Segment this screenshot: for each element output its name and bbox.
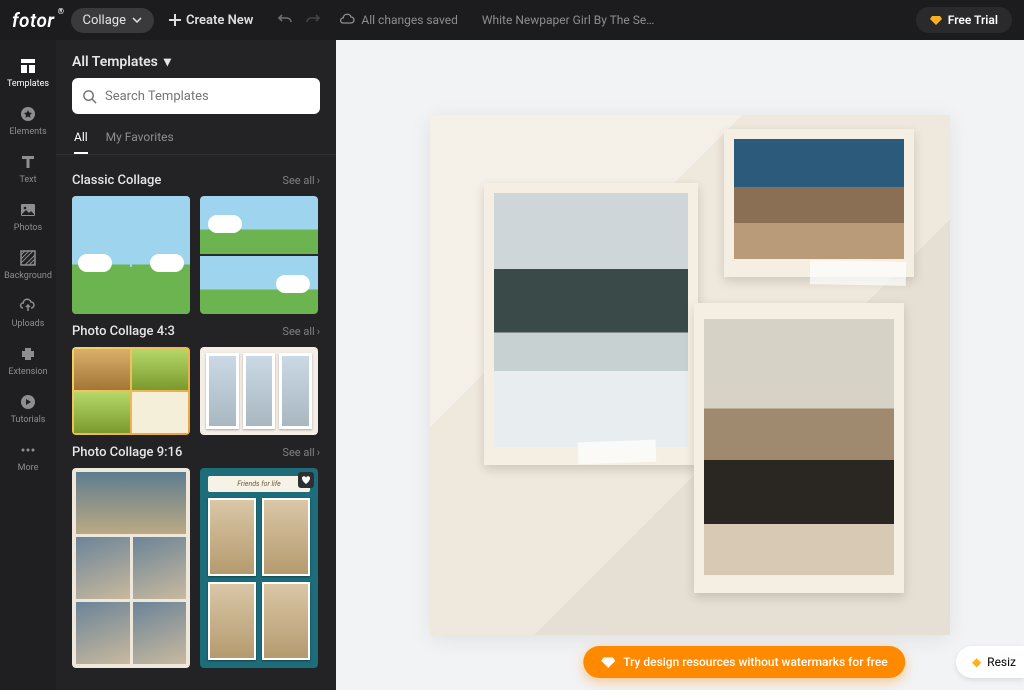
create-new-button[interactable]: Create New xyxy=(168,13,253,28)
thumb-caption: Friends for life xyxy=(208,476,310,492)
tab-favorites[interactable]: My Favorites xyxy=(106,124,174,154)
more-icon xyxy=(18,440,38,460)
chevron-right-icon: › xyxy=(317,325,320,338)
group-title-classic: Classic Collage xyxy=(72,173,161,188)
app-header: fotor Collage Create New All changes sav… xyxy=(0,0,1024,40)
plus-icon xyxy=(168,13,182,27)
heart-icon xyxy=(301,475,311,485)
template-thumb[interactable] xyxy=(200,347,318,435)
template-thumb[interactable] xyxy=(72,468,190,668)
rail-photos[interactable]: Photos xyxy=(0,192,56,240)
see-all-43[interactable]: See all› xyxy=(282,325,320,338)
background-icon xyxy=(18,248,38,268)
tape-decoration xyxy=(578,440,657,465)
extension-icon xyxy=(18,344,38,364)
create-label: Create New xyxy=(186,13,253,28)
group-title-43: Photo Collage 4:3 xyxy=(72,324,175,339)
group-title-916: Photo Collage 9:16 xyxy=(72,445,182,460)
templates-icon xyxy=(18,56,38,76)
collage-frame[interactable] xyxy=(724,129,914,277)
rail-uploads[interactable]: Uploads xyxy=(0,288,56,336)
resize-button[interactable]: ◆ Resiz xyxy=(956,646,1024,678)
left-rail: Templates Elements Text Photos Backgroun… xyxy=(0,40,56,690)
search-icon xyxy=(82,89,97,104)
uploads-icon xyxy=(18,296,38,316)
tape-decoration xyxy=(810,260,906,286)
see-all-916[interactable]: See all› xyxy=(282,446,320,459)
diamond-icon: ◆ xyxy=(972,655,981,669)
artboard[interactable] xyxy=(430,115,950,635)
chevron-right-icon: › xyxy=(317,446,320,459)
free-trial-button[interactable]: Free Trial xyxy=(916,7,1012,33)
search-input[interactable] xyxy=(105,89,310,104)
redo-button[interactable] xyxy=(303,10,323,30)
templates-panel: All Templates ▾ All My Favorites Classic… xyxy=(56,40,336,690)
rail-elements[interactable]: Elements xyxy=(0,96,56,144)
templates-category-dropdown[interactable]: All Templates ▾ xyxy=(56,40,336,78)
rail-extension[interactable]: Extension xyxy=(0,336,56,384)
elements-icon xyxy=(18,104,38,124)
template-thumb[interactable] xyxy=(200,196,318,314)
diamond-icon xyxy=(601,655,615,669)
collage-frame[interactable] xyxy=(484,183,698,465)
mode-label: Collage xyxy=(83,13,126,28)
panel-tabs: All My Favorites xyxy=(56,124,336,155)
rail-background[interactable]: Background xyxy=(0,240,56,288)
favorite-button[interactable] xyxy=(298,472,314,488)
template-thumb[interactable] xyxy=(72,347,190,435)
tab-all[interactable]: All xyxy=(74,124,88,154)
tutorials-icon xyxy=(18,392,38,412)
see-all-classic[interactable]: See all› xyxy=(282,174,320,187)
promo-banner[interactable]: Try design resources without watermarks … xyxy=(583,646,905,678)
logo: fotor xyxy=(12,9,55,32)
chevron-right-icon: › xyxy=(317,174,320,187)
rail-templates[interactable]: Templates xyxy=(0,48,56,96)
cloud-check-icon xyxy=(339,12,355,28)
redo-icon xyxy=(305,12,321,28)
undo-button[interactable] xyxy=(275,10,295,30)
project-name[interactable]: White Newpaper Girl By The Se… xyxy=(482,13,654,27)
text-icon xyxy=(18,152,38,172)
caret-down-icon: ▾ xyxy=(164,54,171,70)
template-thumb[interactable] xyxy=(72,196,190,314)
chevron-down-icon xyxy=(132,15,142,25)
mode-selector[interactable]: Collage xyxy=(71,8,154,33)
undo-icon xyxy=(277,12,293,28)
photos-icon xyxy=(18,200,38,220)
search-templates-field[interactable] xyxy=(72,78,320,114)
canvas-area[interactable]: Try design resources without watermarks … xyxy=(336,40,1024,690)
template-thumb[interactable]: Friends for life xyxy=(200,468,318,668)
rail-more[interactable]: More xyxy=(0,432,56,480)
rail-tutorials[interactable]: Tutorials xyxy=(0,384,56,432)
rail-text[interactable]: Text xyxy=(0,144,56,192)
diamond-icon xyxy=(930,14,942,26)
collage-frame[interactable] xyxy=(694,303,904,593)
save-status: All changes saved xyxy=(339,12,457,28)
